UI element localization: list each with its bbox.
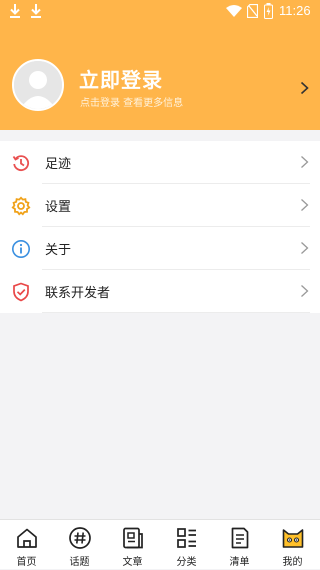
- cat-face-icon: [282, 529, 304, 548]
- tab-label: 清单: [229, 557, 250, 568]
- bottom-tab-bar: 首页 话题 文章 分类 清单 我的: [0, 519, 320, 569]
- status-time: 11:26: [279, 3, 311, 18]
- menu-item-label: 足迹: [45, 157, 72, 172]
- tab-label: 我的: [282, 557, 303, 568]
- tab-categories[interactable]: 分类: [160, 520, 213, 570]
- divider: [42, 312, 310, 313]
- login-panel[interactable]: 立即登录 点击登录 查看更多信息: [0, 50, 320, 120]
- chevron-right-icon: [301, 285, 309, 297]
- profile-header: 11:26 立即登录 点击登录 查看更多信息: [0, 0, 320, 130]
- download-icon: [31, 4, 41, 18]
- list-icon: [231, 527, 249, 549]
- chevron-right-icon: [301, 242, 309, 254]
- tab-label: 话题: [69, 557, 90, 568]
- menu-item-contact-developer[interactable]: 联系开发者: [0, 270, 320, 313]
- wifi-icon: [226, 5, 242, 17]
- tab-articles[interactable]: 文章: [106, 520, 159, 570]
- gear-icon: [11, 196, 31, 216]
- chevron-right-icon: [301, 156, 309, 168]
- settings-menu: 足迹 设置 关于 联系开发者: [0, 141, 320, 313]
- shield-check-icon: [13, 282, 29, 302]
- menu-item-label: 联系开发者: [45, 286, 111, 301]
- tab-label: 文章: [122, 557, 143, 568]
- tab-label: 首页: [16, 557, 37, 568]
- tab-mine[interactable]: 我的: [266, 520, 319, 570]
- category-icon: [177, 528, 196, 548]
- tab-topics[interactable]: 话题: [53, 520, 106, 570]
- tab-label: 分类: [176, 557, 197, 568]
- avatar-placeholder: [14, 61, 62, 109]
- avatar[interactable]: [12, 59, 64, 111]
- menu-item-label: 设置: [45, 200, 72, 215]
- home-icon: [17, 528, 37, 548]
- article-icon: [123, 527, 143, 549]
- login-subtitle: 点击登录 查看更多信息: [80, 98, 184, 109]
- chevron-right-icon: [301, 199, 309, 211]
- hashtag-icon: [69, 527, 91, 549]
- battery-icon: [264, 3, 273, 19]
- menu-item-history[interactable]: 足迹: [0, 141, 320, 184]
- info-icon: [12, 240, 30, 258]
- chevron-right-icon[interactable]: [300, 81, 309, 95]
- history-icon: [12, 155, 30, 172]
- download-icon: [10, 4, 20, 18]
- no-sim-icon: [247, 4, 258, 18]
- status-bar: 11:26: [0, 0, 320, 24]
- tab-home[interactable]: 首页: [0, 520, 53, 570]
- tab-list[interactable]: 清单: [213, 520, 266, 570]
- login-title[interactable]: 立即登录: [79, 64, 163, 93]
- menu-item-settings[interactable]: 设置: [0, 184, 320, 227]
- menu-item-label: 关于: [45, 243, 72, 258]
- menu-item-about[interactable]: 关于: [0, 227, 320, 270]
